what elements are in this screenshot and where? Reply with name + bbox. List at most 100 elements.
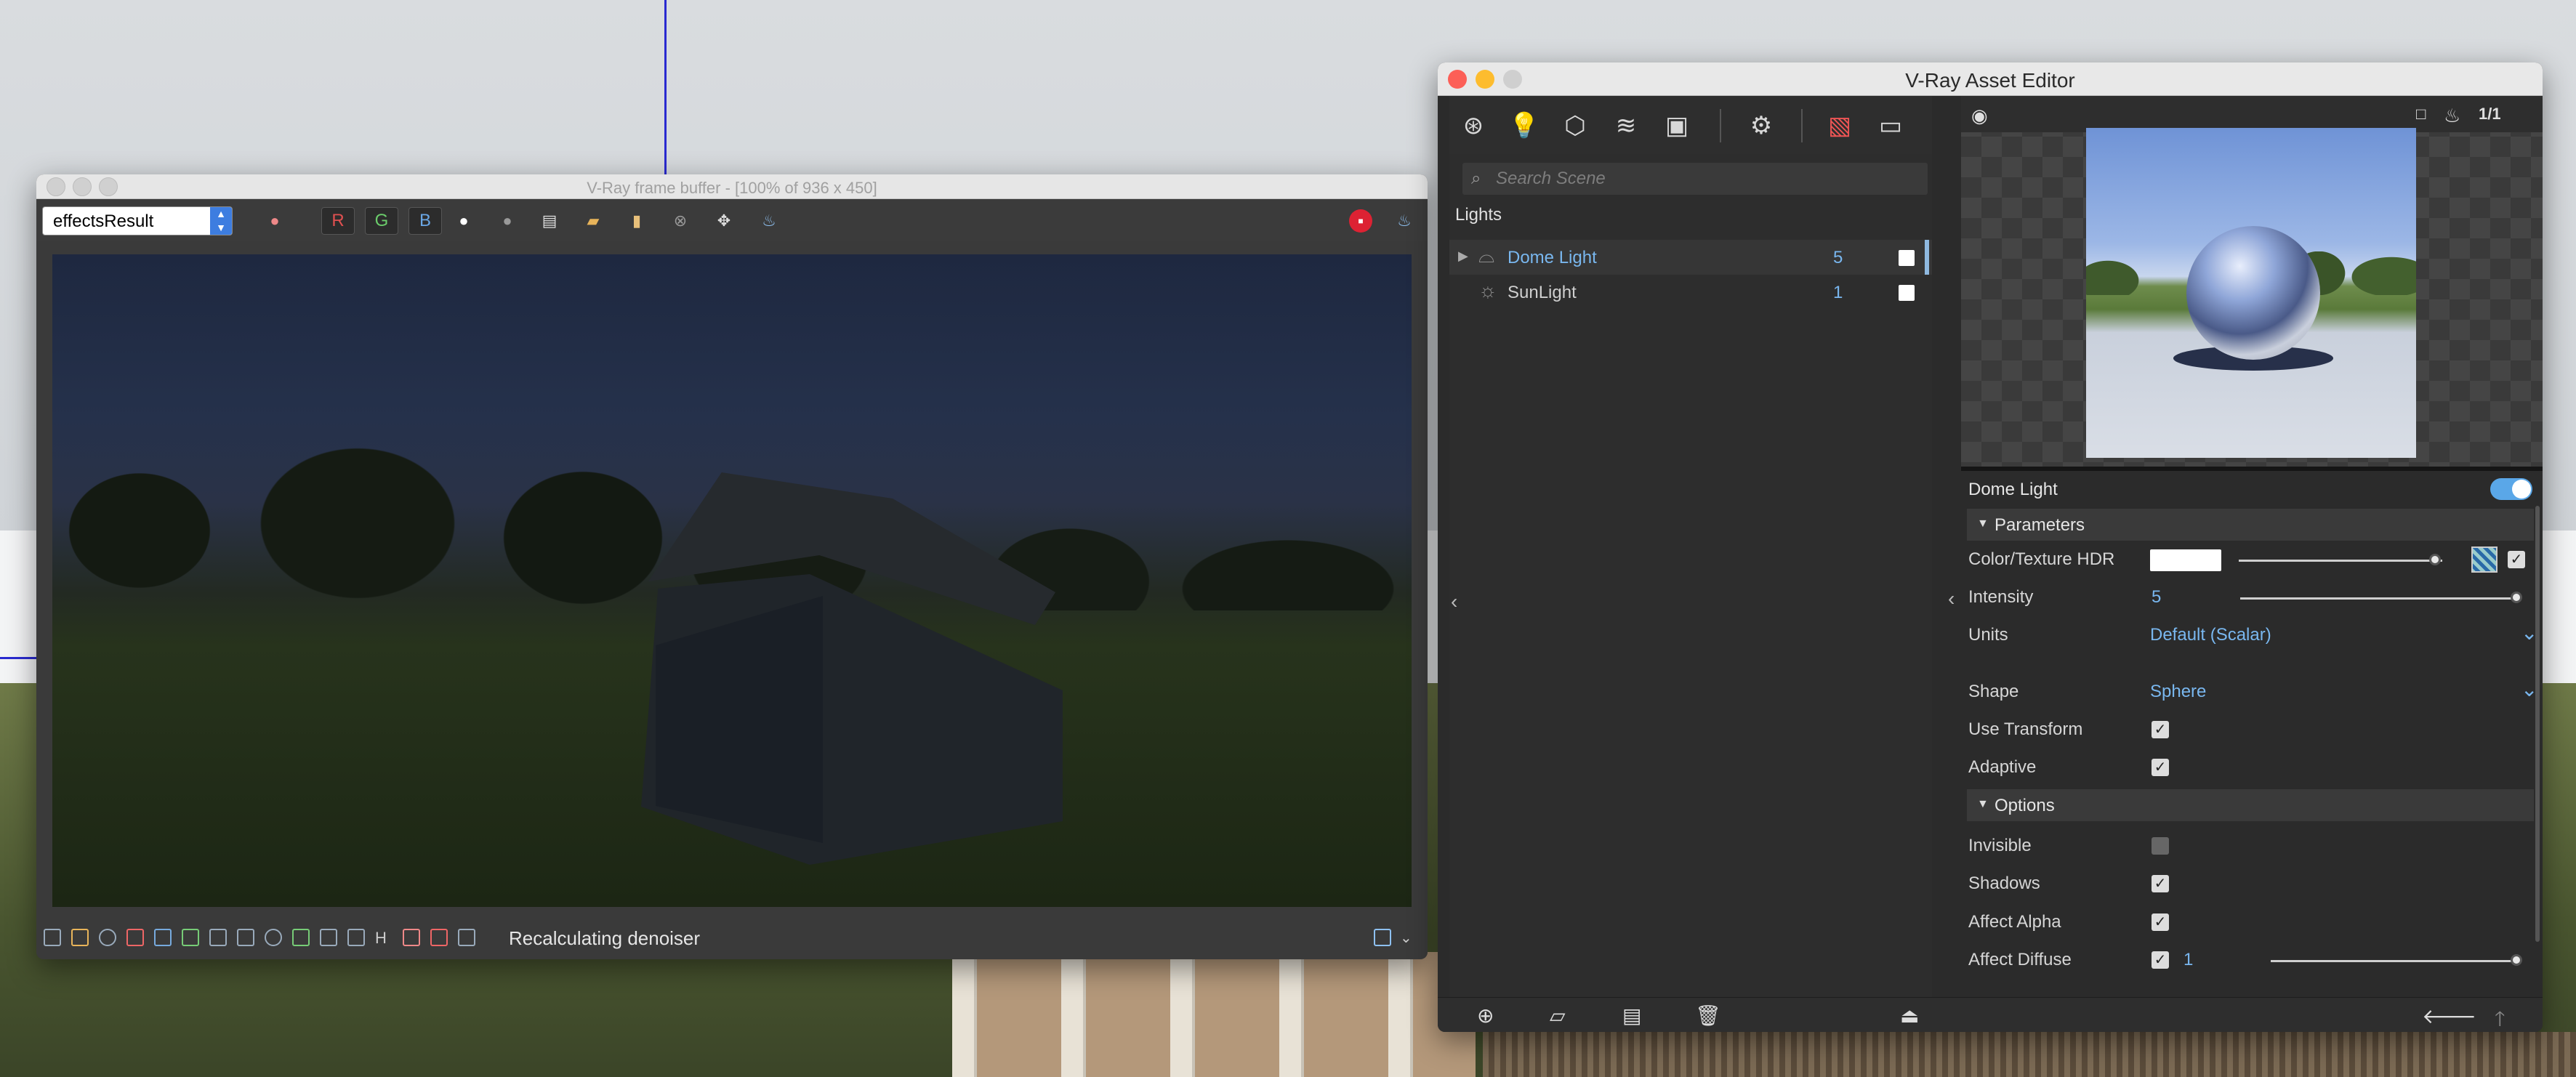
background-icon[interactable] xyxy=(292,929,310,946)
affect-diffuse-slider-knob[interactable] xyxy=(2511,954,2522,966)
section-options[interactable]: ▼ Options xyxy=(1967,789,2534,821)
clipboard-icon[interactable]: ▮ xyxy=(625,209,648,233)
use-transform-checkbox[interactable]: ✓ xyxy=(2152,721,2169,738)
render-interactive-icon[interactable]: ▧ xyxy=(1823,109,1856,142)
preview-eye-icon[interactable]: ◉ xyxy=(1971,105,1988,127)
info-icon[interactable] xyxy=(99,929,116,946)
levels-icon[interactable] xyxy=(154,929,172,946)
save-icon[interactable]: ▤ xyxy=(538,209,561,233)
stop-render-icon[interactable]: ■ xyxy=(1349,209,1372,233)
lock-icon[interactable] xyxy=(458,929,475,946)
save-icon[interactable]: ▤ xyxy=(1622,1004,1641,1028)
param-label: Shadows xyxy=(1968,874,2040,893)
purge-sweep-icon[interactable]: ⏏ xyxy=(1900,1004,1919,1028)
geometry-icon[interactable]: ⬡ xyxy=(1558,109,1592,142)
frame-buffer-icon[interactable]: ▭ xyxy=(1874,109,1907,142)
render-image[interactable] xyxy=(52,254,1412,907)
intensity-slider-knob[interactable] xyxy=(2511,592,2522,603)
ab-compare-icon[interactable] xyxy=(430,929,448,946)
row-adaptive: Adaptive ✓ xyxy=(1968,751,2543,783)
shape-dropdown[interactable]: Sphere xyxy=(2150,682,2206,702)
color-swatch[interactable] xyxy=(2150,549,2221,571)
intensity-value[interactable]: 5 xyxy=(2152,587,2161,608)
hsv-icon[interactable]: H xyxy=(375,929,393,947)
affect-diffuse-checkbox[interactable]: ✓ xyxy=(2152,951,2169,969)
lut-icon[interactable] xyxy=(320,929,337,946)
green-channel-button[interactable]: G xyxy=(365,207,398,235)
dome-light-icon: ⌓ xyxy=(1478,244,1495,267)
expand-arrow-icon[interactable]: ▶ xyxy=(1458,249,1468,264)
preview-ratio[interactable]: 1/1 xyxy=(2479,105,2501,124)
materials-icon[interactable]: ⊛ xyxy=(1457,109,1490,142)
red-channel-button[interactable]: R xyxy=(321,207,355,235)
ocio-icon[interactable] xyxy=(347,929,365,946)
texture-enable-checkbox[interactable]: ✓ xyxy=(2508,551,2525,568)
teapot-icon[interactable]: ♨ xyxy=(757,209,781,233)
layers-icon[interactable]: ≋ xyxy=(1609,109,1643,142)
affect-diffuse-slider-track[interactable] xyxy=(2271,960,2521,962)
intensity-slider-track[interactable] xyxy=(2240,597,2519,600)
asset-editor-titlebar[interactable]: V-Ray Asset Editor xyxy=(1438,62,2543,96)
row-shape[interactable]: Shape Sphere ⌄ xyxy=(1968,676,2543,708)
open-folder-icon[interactable]: ▰ xyxy=(581,209,605,233)
list-item-dome-light[interactable]: ▶ ⌓ Dome Light 5 xyxy=(1449,240,1932,275)
preview-swatch xyxy=(2086,128,2416,458)
panel-toggle-icon[interactable] xyxy=(1374,929,1391,946)
clear-icon[interactable]: ⊗ xyxy=(669,209,692,233)
region-render-icon[interactable]: ✥ xyxy=(712,209,736,233)
white-balance-icon[interactable] xyxy=(265,929,282,946)
row-units[interactable]: Units Default (Scalar) ⌄ xyxy=(1968,619,2543,651)
enable-toggle[interactable] xyxy=(2490,478,2532,500)
asset-list-panel: ⊛ 💡 ⬡ ≋ ▣ ⚙ ▧ ▭ ⌕ Lights ▶ ⌓ Dome Light … xyxy=(1449,96,1955,997)
preview-divider[interactable] xyxy=(1961,467,2543,471)
curves-icon[interactable] xyxy=(182,929,199,946)
chevron-updown-icon[interactable]: ▲ ▼ xyxy=(210,207,232,235)
color-correction-icon[interactable] xyxy=(126,929,144,946)
color-slider-knob[interactable] xyxy=(2429,554,2441,565)
textures-icon[interactable]: ▣ xyxy=(1660,109,1694,142)
affect-alpha-checkbox[interactable]: ✓ xyxy=(2152,913,2169,931)
search-bar[interactable]: ⌕ xyxy=(1462,163,1928,195)
color-slider-track[interactable] xyxy=(2239,560,2442,562)
properties-scrollbar[interactable] xyxy=(2535,506,2540,942)
channel-select[interactable]: effectsResult ▲ ▼ xyxy=(42,206,233,235)
texture-map-icon[interactable] xyxy=(2471,546,2497,573)
delete-trash-icon[interactable]: 🗑 xyxy=(1695,1004,1721,1028)
preview-teapot-icon[interactable]: ♨ xyxy=(2444,105,2460,127)
search-input[interactable] xyxy=(1496,167,1917,190)
enable-checkbox[interactable] xyxy=(1899,250,1915,266)
frame-buffer-titlebar[interactable]: V-Ray frame buffer - [100% of 936 x 450] xyxy=(36,174,1428,199)
lights-icon[interactable]: 💡 xyxy=(1508,109,1541,142)
adaptive-checkbox[interactable]: ✓ xyxy=(2152,759,2169,776)
category-heading: Lights xyxy=(1455,205,1502,225)
up-arrow-icon[interactable]: 🡑 xyxy=(2495,1004,2505,1032)
history-icon[interactable] xyxy=(44,929,61,946)
exposure-icon[interactable] xyxy=(237,929,254,946)
white-circle-icon[interactable]: ● xyxy=(452,209,475,233)
add-asset-icon[interactable]: ⊕ xyxy=(1477,1004,1494,1028)
collapse-right-arrow-icon[interactable]: ‹ xyxy=(1948,587,1955,610)
collapse-left-arrow-icon[interactable]: ‹ xyxy=(1451,590,1457,613)
param-label: Affect Alpha xyxy=(1968,912,2061,932)
invisible-checkbox[interactable]: ✓ xyxy=(2152,837,2169,855)
blue-channel-button[interactable]: B xyxy=(408,207,442,235)
shadows-checkbox[interactable]: ✓ xyxy=(2152,875,2169,892)
viewport-axis-blue xyxy=(664,0,667,182)
open-folder-icon[interactable]: ▱ xyxy=(1550,1004,1566,1028)
alpha-circle-icon[interactable]: ● xyxy=(496,209,519,233)
lens-effects-icon[interactable] xyxy=(71,929,89,946)
chevron-down-icon[interactable]: ⌄ xyxy=(1400,929,1417,946)
section-label: Parameters xyxy=(1995,515,2085,535)
list-item-sunlight[interactable]: ☼ SunLight 1 xyxy=(1449,275,1932,310)
settings-gear-icon[interactable]: ⚙ xyxy=(1744,109,1778,142)
color-channels-icon[interactable]: ● xyxy=(263,209,286,233)
back-arrow-icon[interactable]: 🡐 xyxy=(2422,1004,2476,1028)
render-teapot-icon[interactable]: ♨ xyxy=(1393,209,1416,233)
affect-diffuse-value[interactable]: 1 xyxy=(2183,950,2193,970)
histogram-icon[interactable] xyxy=(209,929,227,946)
preview-square-icon[interactable]: □ xyxy=(2416,105,2426,124)
compare-icon[interactable] xyxy=(403,929,420,946)
enable-checkbox[interactable] xyxy=(1899,285,1915,301)
units-dropdown[interactable]: Default (Scalar) xyxy=(2150,625,2271,645)
section-parameters[interactable]: ▼ Parameters xyxy=(1967,509,2534,541)
